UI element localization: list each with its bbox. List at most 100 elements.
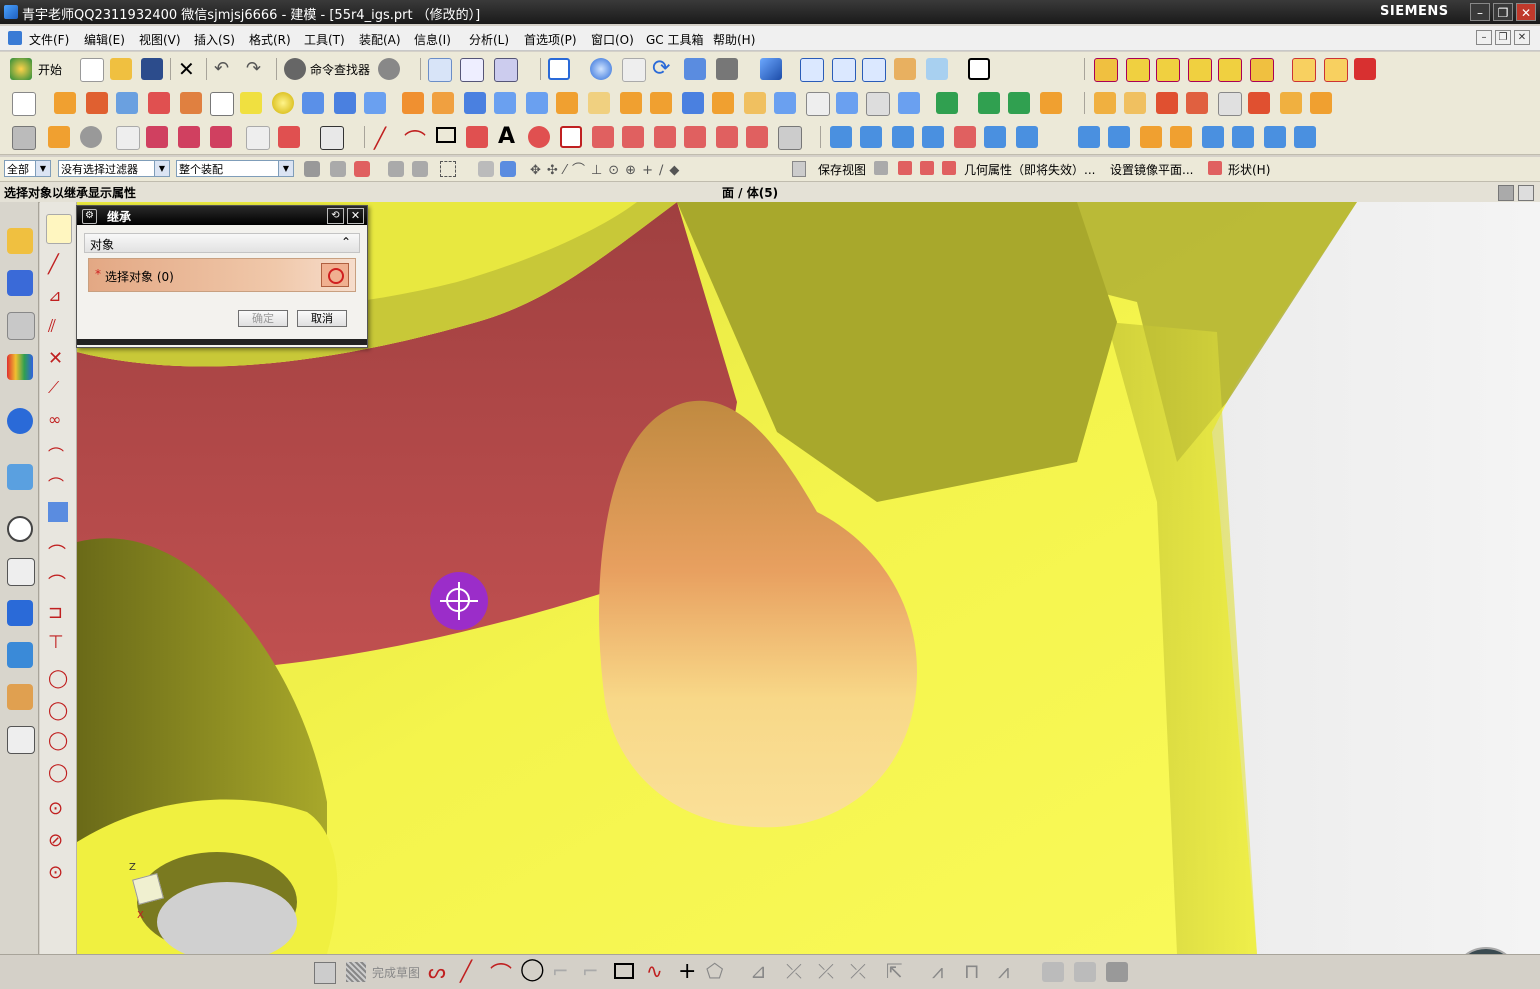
undo-icon[interactable]: ↶ xyxy=(214,58,229,79)
fillet-icon[interactable] xyxy=(48,502,68,522)
clip-section-icon[interactable] xyxy=(894,58,916,80)
rotate-icon[interactable]: ⟳ xyxy=(652,56,670,81)
delete-icon[interactable]: ✕ xyxy=(178,58,195,80)
surface-icon-4[interactable] xyxy=(922,126,944,148)
shape-menu[interactable]: 形状(H) xyxy=(1228,161,1270,178)
mirror-body-icon[interactable] xyxy=(898,92,920,114)
hd3d-icon[interactable] xyxy=(7,408,33,434)
datum-axis-icon[interactable] xyxy=(978,92,1000,114)
curve-tool-icon-8[interactable] xyxy=(1310,92,1332,114)
arc-tangent-icon[interactable]: ⌒ xyxy=(48,442,68,465)
surface-icon-1[interactable] xyxy=(830,126,852,148)
finish-sketch-icon[interactable] xyxy=(346,962,366,982)
chamfer-icon[interactable]: ⌐ xyxy=(582,959,599,983)
circle-icon[interactable]: ◯ xyxy=(520,957,545,982)
save-icon[interactable] xyxy=(141,58,163,80)
view-tool-icon-2[interactable] xyxy=(898,161,912,175)
cone-icon[interactable] xyxy=(364,92,386,114)
new-file-icon[interactable] xyxy=(80,58,104,82)
pad-icon[interactable] xyxy=(240,92,262,114)
alternate-solution-icon[interactable] xyxy=(1074,962,1096,982)
corner-icon[interactable]: ⊐ xyxy=(48,602,68,623)
measure-icon[interactable] xyxy=(80,126,102,148)
pan-icon[interactable] xyxy=(684,58,706,80)
assembly-icon-2[interactable] xyxy=(1126,58,1150,82)
collapse-icon[interactable]: ⌃ xyxy=(341,235,351,249)
part-navigator-icon[interactable] xyxy=(12,126,36,150)
line-icon[interactable]: ╱ xyxy=(374,126,386,150)
studio-spline-icon[interactable]: ∿ xyxy=(646,959,663,983)
doc-close-button[interactable]: ✕ xyxy=(1514,30,1530,45)
select-icon[interactable] xyxy=(116,126,140,150)
web-browser-icon[interactable] xyxy=(7,464,33,490)
scale-body-icon[interactable] xyxy=(744,92,766,114)
constraint-navigator-icon[interactable] xyxy=(7,270,33,296)
parallel-line-icon[interactable]: ⫽ xyxy=(48,316,68,337)
view-list-icon[interactable] xyxy=(792,161,806,177)
rectangle-icon[interactable] xyxy=(436,127,456,143)
circle-diameter-icon[interactable]: ⊙ xyxy=(48,862,68,883)
constraint-icon[interactable]: ⇱ xyxy=(886,959,903,983)
menu-help[interactable]: 帮助(H) xyxy=(713,31,755,48)
part-navigator-icon[interactable] xyxy=(7,312,35,340)
draft-icon[interactable] xyxy=(650,92,672,114)
dimension-icon[interactable]: ⊓ xyxy=(964,959,980,983)
polygon-icon[interactable] xyxy=(466,126,488,148)
ok-button[interactable]: 确定 xyxy=(238,310,288,327)
assembly-icon-7[interactable] xyxy=(1292,58,1316,82)
boss-icon[interactable] xyxy=(180,92,202,114)
surface-icon-7[interactable] xyxy=(1016,126,1038,148)
sketch-icon[interactable] xyxy=(12,92,36,116)
curve-tool-icon-4[interactable] xyxy=(1186,92,1208,114)
text-icon[interactable]: A xyxy=(498,124,515,149)
block-icon[interactable] xyxy=(334,92,356,114)
pocket-icon[interactable] xyxy=(210,92,234,116)
window-icon[interactable] xyxy=(1518,185,1534,201)
surface-icon-11[interactable] xyxy=(1170,126,1192,148)
surface-icon-14[interactable] xyxy=(1264,126,1286,148)
menu-analysis[interactable]: 分析(L) xyxy=(469,31,509,48)
reuse-library-icon[interactable] xyxy=(7,354,33,380)
auto-constrain-icon[interactable]: ⩘ xyxy=(932,959,943,983)
assembly-icon-3[interactable] xyxy=(1156,58,1180,82)
scope-select[interactable]: 整个装配 ▼ xyxy=(176,160,294,177)
system-scene-icon[interactable] xyxy=(7,726,35,754)
trim-body-icon[interactable] xyxy=(402,92,424,114)
select-object-row[interactable]: * 选择对象 (0) xyxy=(88,258,356,292)
sketch-options-icon[interactable] xyxy=(314,962,336,984)
surface-icon-2[interactable] xyxy=(860,126,882,148)
menu-format[interactable]: 格式(R) xyxy=(249,31,291,48)
menu-window[interactable]: 窗口(O) xyxy=(591,31,634,48)
select-body-icon[interactable] xyxy=(478,161,494,177)
rectangle-select-icon[interactable] xyxy=(440,161,456,177)
snap-point-icon[interactable] xyxy=(146,126,168,148)
join-curve-icon[interactable] xyxy=(746,126,768,148)
system-materials-icon[interactable] xyxy=(7,558,35,586)
view-tool-icon-3[interactable] xyxy=(920,161,934,175)
profile-icon[interactable] xyxy=(46,214,72,244)
arc-center-icon[interactable]: ⌒ xyxy=(48,570,68,595)
surface-icon-15[interactable] xyxy=(1294,126,1316,148)
emboss-icon[interactable] xyxy=(774,92,796,114)
fit-view-icon[interactable] xyxy=(548,58,570,80)
shaded-view-icon[interactable] xyxy=(760,58,782,80)
redo-icon[interactable]: ↷ xyxy=(246,58,261,79)
chamfer-icon[interactable] xyxy=(588,92,610,114)
view-top-icon[interactable] xyxy=(832,58,856,82)
command-finder-button[interactable]: 命令查找器 xyxy=(310,61,370,78)
dimension-icon[interactable] xyxy=(320,126,344,150)
nx5-icon[interactable] xyxy=(148,92,170,114)
circle-tangent-icon[interactable]: ◯ xyxy=(48,700,68,721)
snap-endpoint-icon[interactable] xyxy=(178,126,200,148)
thicken-icon[interactable] xyxy=(712,92,734,114)
render-style-icon[interactable] xyxy=(716,58,738,80)
selection-filter-select[interactable]: 没有选择过滤器 ▼ xyxy=(58,160,170,177)
dialog-close-button[interactable]: ✕ xyxy=(347,208,364,224)
edit-object-icon[interactable] xyxy=(428,58,452,82)
assembly-icon-1[interactable] xyxy=(1094,58,1118,82)
surface-icon-5[interactable] xyxy=(954,126,976,148)
offset-curve-icon[interactable]: ⬠ xyxy=(706,959,723,983)
view-tool-icon-1[interactable] xyxy=(874,161,888,175)
chamfer-corner-icon[interactable]: ⊤ xyxy=(48,632,68,653)
menu-file[interactable]: 文件(F) xyxy=(29,31,69,48)
